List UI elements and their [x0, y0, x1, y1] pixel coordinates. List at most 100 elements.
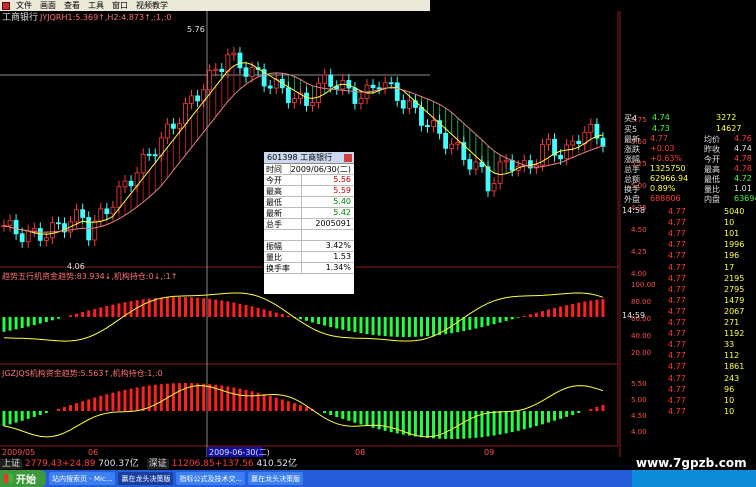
- menu-window[interactable]: 窗口: [108, 0, 132, 11]
- tick-price: 4.77: [668, 251, 686, 261]
- candle-body: [304, 92, 309, 106]
- stat-value: 4.74: [734, 144, 752, 153]
- taskbar-item-app[interactable]: 赢在龙头决策版: [118, 472, 174, 485]
- popup-row: 振幅 3.42%: [264, 241, 354, 252]
- menu-bar-blank: [430, 0, 756, 11]
- candle-body: [491, 183, 497, 192]
- candle-body: [207, 69, 213, 91]
- tick-price: 4.77: [668, 384, 686, 394]
- candle-body: [74, 209, 79, 223]
- tick-volume: 1479: [724, 295, 745, 305]
- price-axis-tick: 4.50: [631, 226, 647, 234]
- candle-body: [449, 143, 455, 149]
- menu-file[interactable]: 文件: [12, 0, 36, 11]
- tick-volume: 101: [724, 229, 740, 239]
- popup-row: 量比 1.53: [264, 252, 354, 263]
- tick-price: 4.77: [668, 229, 686, 239]
- candle-body: [50, 222, 55, 239]
- stat-value: 62966.94: [650, 174, 689, 183]
- tick-price: 4.77: [668, 306, 686, 316]
- stat-value: +0.63%: [650, 154, 683, 163]
- stat-value: 4.76: [734, 134, 752, 143]
- candle-body: [140, 153, 146, 174]
- menu-tools[interactable]: 工具: [84, 0, 108, 11]
- menu-video-tutorial[interactable]: 视频教学: [132, 0, 172, 11]
- candle-body: [219, 68, 225, 73]
- popup-row: 换手率 1.34%: [264, 263, 354, 274]
- start-button[interactable]: 开始: [0, 470, 46, 487]
- candle-body: [285, 87, 291, 103]
- candle-body: [558, 154, 563, 160]
- sh-index-value: 2779.43+24.89: [24, 459, 96, 469]
- popup-row-value: 5.59: [333, 186, 351, 195]
- tick-volume: 1192: [724, 329, 745, 339]
- taskbar-item-forum[interactable]: 指标公式及技术交...: [176, 472, 246, 485]
- candle-body: [425, 124, 430, 127]
- bar-info-popup[interactable]: 601398 工商银行 时间 2009/06/30(二) 今开 5.56 最高 5.59 最…: [263, 151, 355, 295]
- close-icon[interactable]: [344, 153, 352, 162]
- taskbar-item-app-2[interactable]: 赢在龙头决策版: [248, 472, 304, 485]
- candle-body: [394, 82, 400, 101]
- tick-volume: 196: [724, 251, 740, 261]
- bid-label: 买4: [624, 114, 638, 123]
- stat-value: 1.01: [734, 184, 752, 193]
- popup-row-value: 1.53: [333, 252, 351, 261]
- candle-body: [116, 186, 122, 208]
- stat-value: +0.03: [650, 144, 675, 153]
- candle-body: [43, 237, 49, 241]
- candle-body: [328, 74, 334, 87]
- panel3-axis-tick: 5.00: [631, 396, 647, 404]
- bid-price: 4.74: [652, 113, 670, 122]
- tick-price: 4.77: [668, 262, 686, 272]
- tick-price: 4.77: [668, 318, 686, 327]
- tick-volume: 17: [724, 262, 735, 272]
- sz-index-amount: 410.52亿: [256, 459, 298, 469]
- popup-row-label: 今开: [264, 175, 302, 185]
- sz-index-value: 11206.85+137.56: [171, 459, 254, 469]
- stat-value: 0.89%: [650, 184, 676, 193]
- stock-title: 工商银行: [2, 11, 38, 23]
- high-price-label: 5.76: [187, 25, 205, 34]
- candle-body: [576, 140, 582, 145]
- main-indicator-readout: JYJQRH1:5.369↑,H2:4.873↑,:1,:0: [39, 13, 171, 22]
- popup-row: 总手 2005091: [264, 219, 354, 230]
- stat-label: 外盘: [624, 195, 640, 204]
- candle-body: [400, 100, 406, 109]
- popup-row: 最高 5.59: [264, 186, 354, 197]
- stat-value: 636944: [734, 194, 756, 203]
- panel3-axis-tick: 4.00: [631, 428, 647, 436]
- candle-body: [231, 52, 237, 56]
- tick-volume: 10: [724, 218, 735, 228]
- candle-body: [388, 82, 394, 85]
- menu-screen[interactable]: 画面: [36, 0, 60, 11]
- sz-index-label: 深证: [146, 459, 169, 469]
- tick-price: 4.77: [668, 373, 686, 383]
- candle-body: [588, 123, 594, 133]
- tick-price: 4.77: [668, 273, 686, 283]
- candle-body: [509, 159, 515, 171]
- windows-taskbar: 开始 站内搜索页 - Mic... 赢在龙头决策版 指标公式及技术交... 赢在…: [0, 470, 756, 487]
- popup-row-value: 3.42%: [325, 241, 351, 250]
- candle-body: [358, 97, 364, 104]
- popup-row-value: 5.42: [333, 208, 351, 217]
- tick-volume: 5040: [724, 207, 745, 216]
- candle-body: [346, 79, 352, 89]
- stat-value: 4.72: [734, 174, 752, 183]
- tick-volume: 2067: [724, 306, 745, 316]
- menu-view[interactable]: 查看: [60, 0, 84, 11]
- kline-chart[interactable]: 工商银行 JYJQRH1:5.369↑,H2:4.873↑,:1,:0 5.76…: [0, 11, 756, 457]
- candle-body: [382, 82, 388, 89]
- app-icon: [2, 1, 10, 10]
- candle-body: [92, 220, 98, 241]
- tick-volume: 243: [724, 373, 740, 383]
- tick-volume: 2795: [724, 284, 745, 294]
- popup-row-value: 2005091: [315, 219, 351, 228]
- taskbar-item-search[interactable]: 站内搜索页 - Mic...: [49, 472, 116, 485]
- candle-body: [152, 154, 158, 157]
- tick-price: 4.77: [668, 351, 686, 361]
- popup-title-bar[interactable]: 601398 工商银行: [264, 152, 354, 164]
- popup-row-label: 最高: [264, 186, 302, 196]
- popup-row-label: 换手率: [264, 263, 302, 273]
- stat-value: 4.77: [650, 134, 668, 143]
- tick-volume: 2195: [724, 273, 745, 283]
